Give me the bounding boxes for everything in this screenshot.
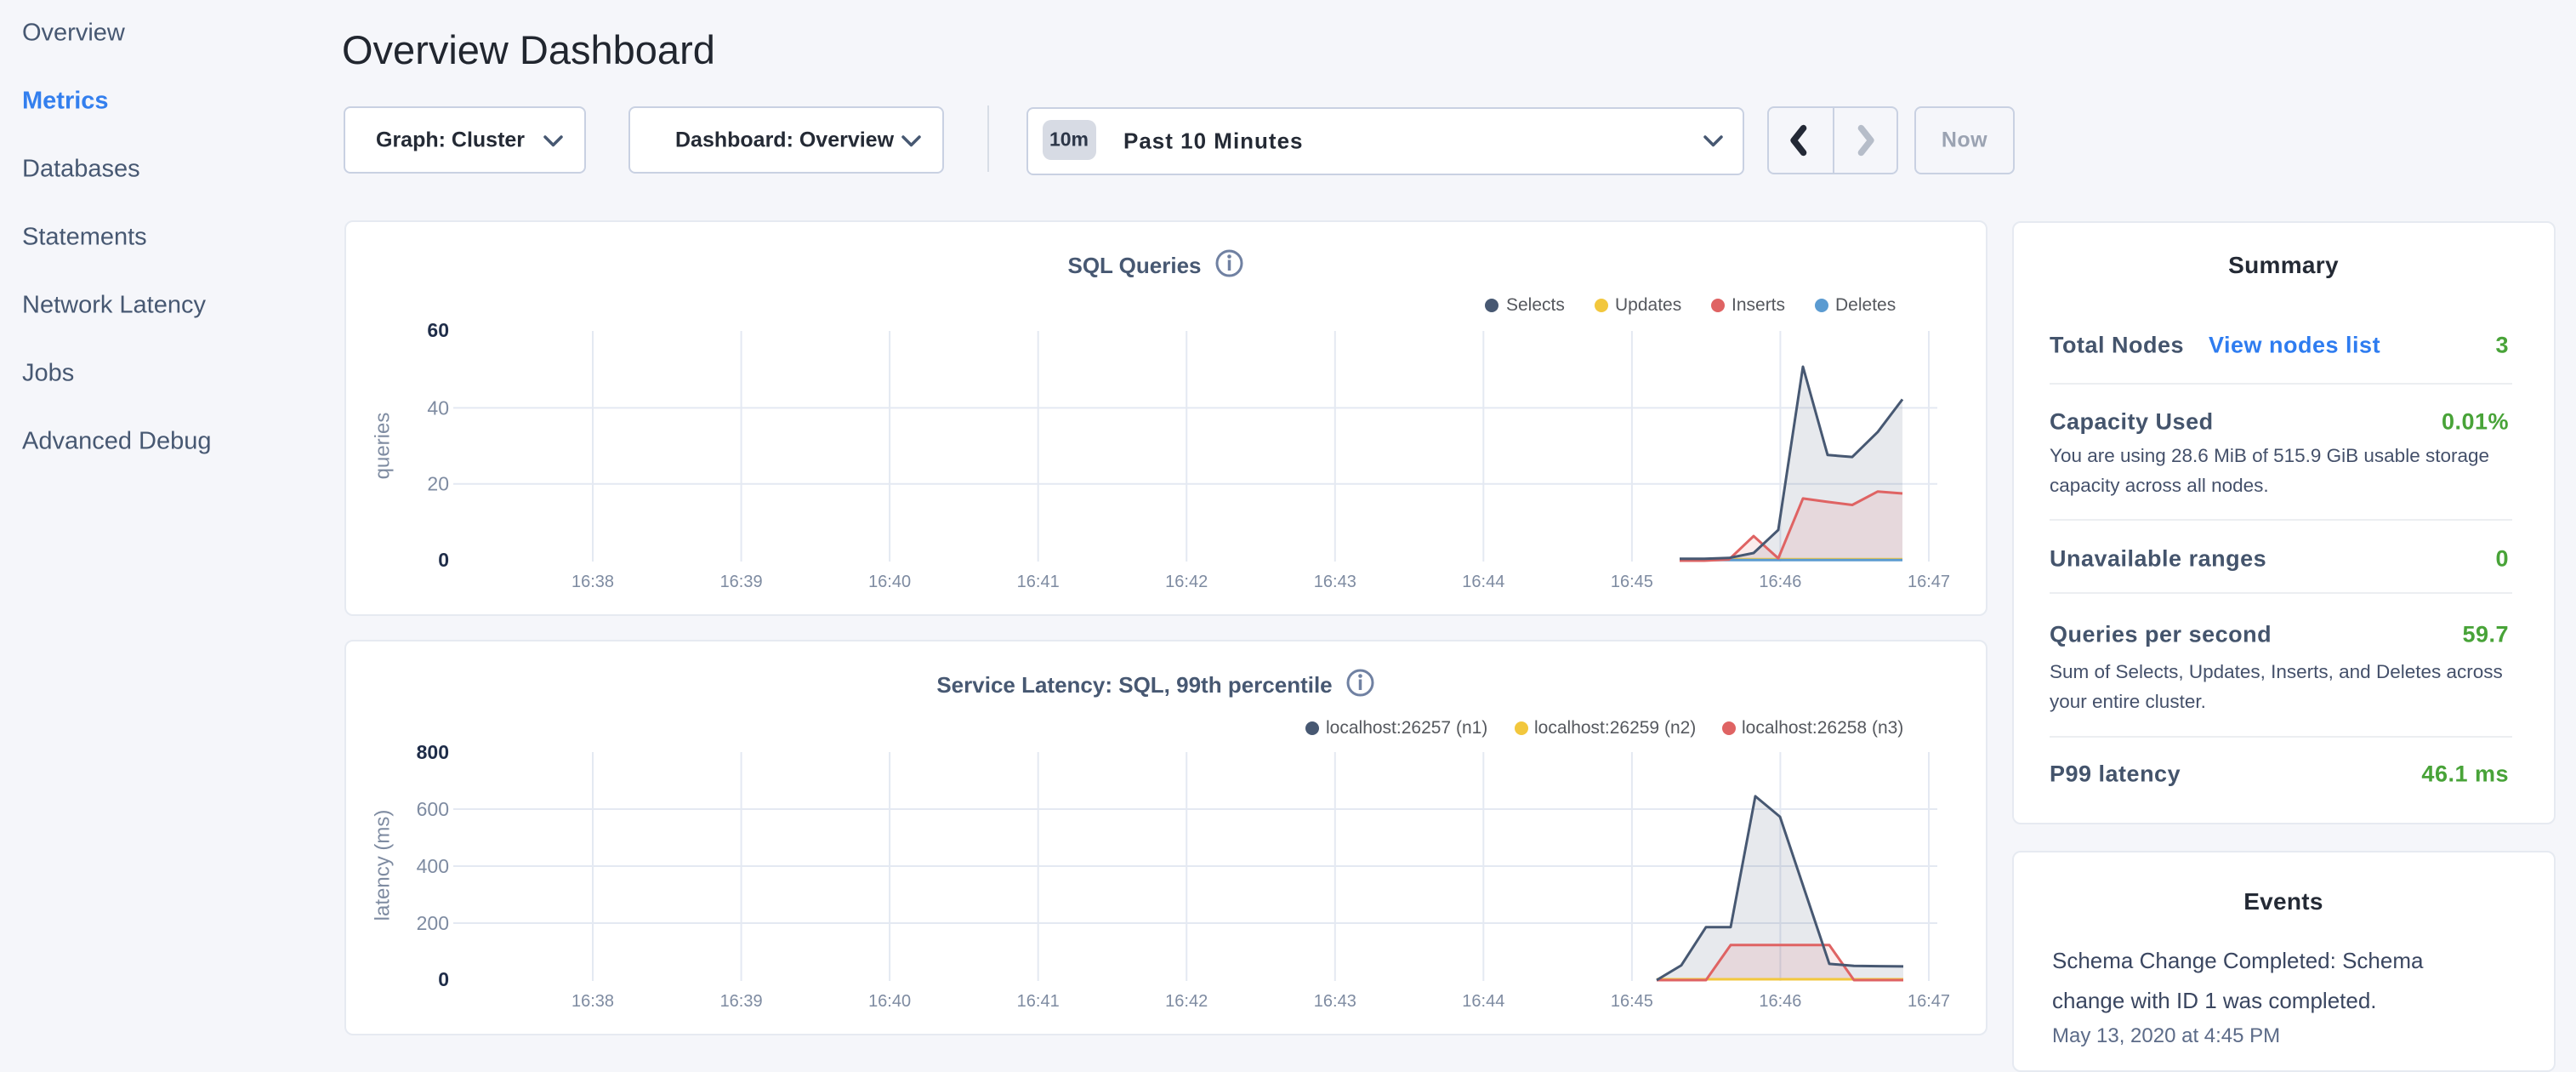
- svg-text:16:47: 16:47: [1908, 573, 1950, 591]
- svg-text:0: 0: [438, 968, 449, 990]
- svg-text:16:43: 16:43: [1314, 992, 1356, 1011]
- svg-text:16:41: 16:41: [1017, 573, 1060, 591]
- svg-text:16:45: 16:45: [1611, 573, 1653, 591]
- svg-text:60: 60: [427, 319, 449, 341]
- svg-text:16:47: 16:47: [1908, 992, 1950, 1011]
- svg-text:16:40: 16:40: [868, 573, 911, 591]
- svg-text:16:46: 16:46: [1759, 992, 1801, 1011]
- svg-text:40: 40: [427, 396, 449, 419]
- svg-text:16:42: 16:42: [1165, 573, 1208, 591]
- svg-text:0: 0: [438, 549, 449, 571]
- svg-text:20: 20: [427, 473, 449, 495]
- svg-text:16:45: 16:45: [1611, 992, 1653, 1011]
- svg-text:800: 800: [417, 741, 449, 763]
- svg-text:16:44: 16:44: [1462, 573, 1504, 591]
- svg-text:16:42: 16:42: [1165, 992, 1208, 1011]
- svg-text:queries: queries: [372, 413, 395, 480]
- svg-text:16:41: 16:41: [1017, 992, 1060, 1011]
- svg-text:16:39: 16:39: [720, 992, 763, 1011]
- svg-text:16:40: 16:40: [868, 992, 911, 1011]
- svg-text:16:46: 16:46: [1759, 573, 1801, 591]
- svg-text:16:39: 16:39: [720, 573, 763, 591]
- svg-text:16:38: 16:38: [571, 573, 614, 591]
- svg-text:400: 400: [417, 855, 449, 877]
- svg-text:16:43: 16:43: [1314, 573, 1356, 591]
- svg-text:600: 600: [417, 798, 449, 820]
- svg-text:latency (ms): latency (ms): [372, 810, 395, 921]
- svg-text:200: 200: [417, 912, 449, 934]
- svg-text:16:38: 16:38: [571, 992, 614, 1011]
- svg-text:16:44: 16:44: [1462, 992, 1504, 1011]
